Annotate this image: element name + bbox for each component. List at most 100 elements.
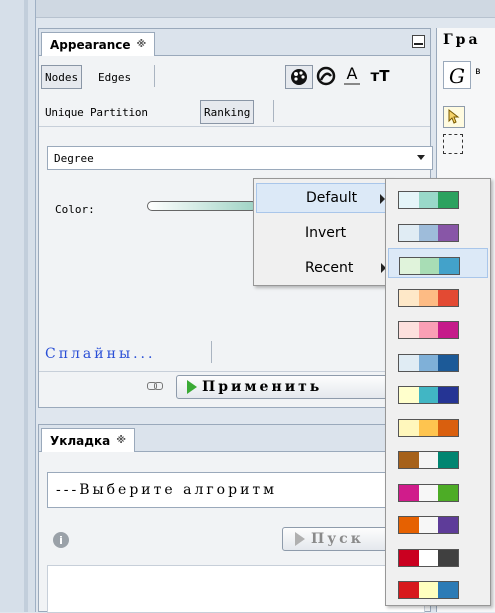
palette-color-cell (399, 582, 419, 598)
layout-panel: Укладка ※ ---Выберите алгоритм i Пуск (38, 424, 462, 613)
menu-item-label: Invert (305, 225, 347, 241)
close-icon[interactable]: ※ (116, 435, 126, 446)
color-gradient-slider[interactable] (147, 201, 257, 211)
size-icon[interactable] (313, 65, 339, 87)
divider (154, 65, 155, 87)
layout-tabbar: Укладка ※ (39, 425, 430, 452)
chevron-down-icon (417, 155, 425, 160)
splines-link[interactable]: Сплайны... (45, 346, 155, 362)
palette-swatch (398, 516, 459, 534)
algorithm-placeholder: ---Выберите алгоритм (56, 482, 278, 498)
appearance-title: Appearance (50, 37, 131, 52)
link-chain-icon[interactable] (147, 382, 163, 392)
palette-color-cell (439, 258, 460, 274)
left-dock-edge (0, 0, 36, 612)
palette-color-cell (400, 258, 420, 274)
palette-swatch (398, 386, 459, 404)
tab-nodes[interactable]: Nodes (41, 65, 83, 89)
palette-color-cell (438, 517, 459, 533)
minimize-button[interactable] (412, 35, 425, 48)
divider (273, 100, 274, 122)
palette-option[interactable] (388, 313, 488, 343)
palette-color-cell (418, 354, 439, 371)
menu-item-recent[interactable]: Recent (256, 253, 390, 283)
palette-color-cell (438, 582, 459, 598)
apply-label: Применить (202, 379, 323, 395)
cursor-tool-icon[interactable] (443, 106, 465, 128)
palette-color-cell (418, 517, 439, 533)
palette-color-cell (438, 289, 459, 306)
menu-item-label: Default (306, 190, 358, 206)
window-top-strip (0, 0, 495, 18)
graph-logo-icon[interactable]: G (443, 61, 471, 89)
label-color-icon[interactable]: A (339, 65, 365, 87)
palette-option[interactable] (388, 378, 488, 408)
palette-swatch (398, 581, 459, 599)
palette-swatch (398, 191, 459, 209)
palette-color-cell (438, 354, 459, 371)
tab-edges[interactable]: Edges (94, 65, 135, 89)
play-icon (187, 380, 197, 394)
palette-option[interactable] (388, 183, 488, 213)
palette-color-cell (399, 289, 419, 306)
color-palette-icon[interactable] (285, 65, 313, 89)
palette-color-cell (418, 289, 439, 306)
palette-option[interactable] (388, 216, 488, 246)
palette-option[interactable] (388, 476, 488, 506)
play-icon (295, 532, 305, 546)
palette-swatch (398, 548, 459, 567)
appearance-tabbar: Appearance ※ (39, 29, 430, 56)
close-icon[interactable]: ※ (137, 39, 147, 50)
graph-icon-text: в (475, 66, 482, 77)
palette-color-cell (399, 517, 419, 533)
palette-swatch (398, 223, 459, 242)
ranking-attribute-select[interactable]: Degree (47, 146, 433, 170)
palette-color-cell (438, 224, 459, 241)
palette-color-cell (418, 549, 439, 566)
palette-option[interactable] (388, 346, 488, 376)
palette-option[interactable] (388, 248, 488, 278)
palette-swatch (399, 257, 460, 275)
tab-ranking[interactable]: Ranking (200, 100, 255, 124)
palette-color-cell (418, 322, 439, 338)
layout-properties-area (47, 565, 425, 613)
palette-color-cell (438, 387, 459, 403)
select-value: Degree (54, 151, 94, 165)
palette-color-cell (418, 419, 439, 436)
palette-color-cell (438, 192, 459, 208)
palette-color-cell (438, 322, 459, 338)
palette-option[interactable] (388, 508, 488, 538)
palette-color-cell (438, 549, 459, 566)
palette-color-cell (419, 258, 440, 274)
tab-layout[interactable]: Укладка ※ (41, 428, 135, 452)
palette-color-cell (399, 192, 419, 208)
palette-color-cell (418, 387, 439, 403)
palette-swatch (398, 451, 459, 469)
palette-color-cell (399, 224, 419, 241)
menu-item-invert[interactable]: Invert (256, 218, 390, 248)
graph-panel-title: Гра (443, 32, 481, 48)
color-label: Color: (55, 203, 95, 216)
palette-option[interactable] (388, 281, 488, 311)
palette-option[interactable] (388, 411, 488, 441)
layout-title: Укладка (50, 433, 111, 448)
info-icon[interactable]: i (53, 532, 69, 548)
algorithm-select[interactable]: ---Выберите алгоритм (47, 472, 435, 508)
palette-option[interactable] (388, 573, 488, 603)
palette-option[interactable] (388, 541, 488, 571)
palette-context-menu: Default Invert Recent (253, 178, 393, 286)
label-size-icon[interactable]: тT (367, 65, 393, 87)
menu-item-label: Recent (305, 260, 354, 276)
palette-color-cell (399, 419, 419, 436)
palette-color-cell (418, 224, 439, 241)
tab-unique-partition[interactable]: Unique Partition (41, 100, 152, 124)
menu-item-default[interactable]: Default (256, 183, 390, 213)
run-label: Пуск (311, 531, 364, 547)
palette-color-cell (399, 549, 419, 566)
palette-color-cell (418, 452, 439, 468)
tab-appearance[interactable]: Appearance ※ (41, 32, 156, 56)
palette-option[interactable] (388, 443, 488, 473)
rectangle-select-icon[interactable] (443, 134, 463, 154)
palette-color-cell (418, 484, 439, 501)
palette-swatch (398, 418, 459, 437)
